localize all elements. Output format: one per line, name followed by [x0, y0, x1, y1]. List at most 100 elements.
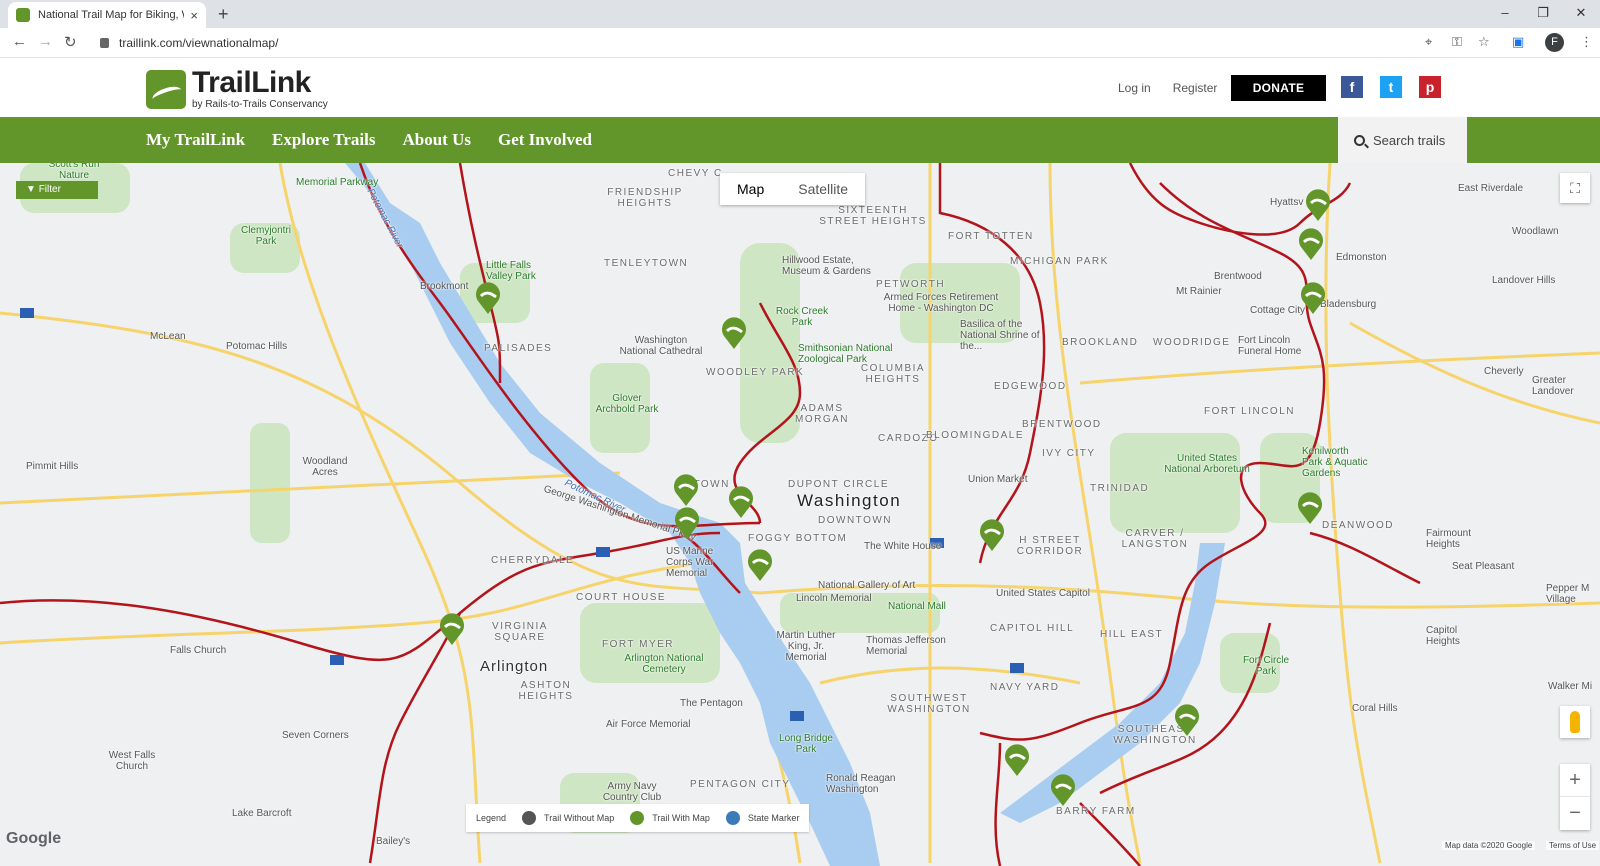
lock-icon: [100, 38, 109, 48]
trail-marker[interactable]: [1003, 743, 1031, 777]
nav-about-us[interactable]: About Us: [402, 130, 471, 150]
filter-button[interactable]: ▼ Filter: [16, 181, 98, 199]
restore-button[interactable]: ❐: [1524, 0, 1562, 28]
address-bar[interactable]: traillink.com/viewnationalmap/: [92, 31, 1562, 55]
map-label-west-falls-church: West Falls Church: [108, 750, 156, 772]
facebook-icon[interactable]: f: [1341, 76, 1363, 98]
google-logo: Google: [6, 830, 62, 847]
terms-of-use-link[interactable]: Terms of Use: [1546, 841, 1600, 850]
trail-marker[interactable]: [1304, 188, 1332, 222]
map-type-control: Map Satellite: [720, 173, 866, 205]
map-label-reagan-airport: Ronald Reagan Washington: [826, 773, 896, 795]
map-label-friendship-heights: FRIENDSHIP HEIGHTS: [607, 187, 683, 209]
location-icon[interactable]: ⌖: [1425, 34, 1432, 50]
nav-get-involved[interactable]: Get Involved: [498, 130, 592, 150]
map-label-little-falls: Little Falls Valley Park: [486, 260, 536, 282]
star-icon[interactable]: ☆: [1478, 34, 1490, 50]
forward-arrow-icon[interactable]: →: [38, 33, 53, 50]
map-label-us-capitol: United States Capitol: [996, 588, 1090, 599]
donate-button[interactable]: DONATE: [1231, 75, 1326, 101]
browser-tab[interactable]: National Trail Map for Biking, Wa ×: [8, 2, 206, 28]
search-trails-button[interactable]: Search trails: [1338, 117, 1467, 163]
map-label-capitol-hill: CAPITOL HILL: [990, 623, 1075, 634]
trail-map[interactable]: Washington Arlington CHEVY C FRIENDSHIP …: [0, 163, 1600, 866]
trail-marker[interactable]: [1296, 491, 1324, 525]
map-label-arboretum: United States National Arboretum: [1164, 453, 1250, 475]
map-label-national-mall: National Mall: [888, 601, 946, 612]
map-label-glover-archbold: Glover Archbold Park: [595, 393, 659, 415]
new-tab-button[interactable]: +: [218, 4, 229, 25]
map-label-lake-barcroft: Lake Barcroft: [232, 808, 292, 819]
trail-marker[interactable]: [720, 316, 748, 350]
trail-marker[interactable]: [1173, 703, 1201, 737]
traillink-logo[interactable]: TrailLink by Rails-to-Trails Conservancy: [146, 68, 328, 110]
filter-icon: ▼: [26, 184, 39, 195]
map-label-brentwood-dc: BRENTWOOD: [1022, 419, 1102, 430]
trail-marker[interactable]: [474, 281, 502, 315]
reload-icon[interactable]: ↻: [64, 33, 77, 51]
extension-icon[interactable]: ▣: [1512, 34, 1524, 50]
trail-marker[interactable]: [727, 485, 755, 519]
map-label-capitol-heights: Capitol Heights: [1426, 625, 1460, 647]
zoom-out-button[interactable]: −: [1560, 797, 1590, 830]
close-tab-icon[interactable]: ×: [190, 8, 198, 23]
map-label-washington-cathedral: Washington National Cathedral: [619, 335, 703, 357]
map-label-carver-langston: CARVER / LANGSTON: [1121, 528, 1189, 550]
twitter-icon[interactable]: t: [1380, 76, 1402, 98]
map-label-hillwood: Hillwood Estate, Museum & Gardens: [782, 255, 871, 277]
trail-marker[interactable]: [746, 548, 774, 582]
map-label-palisades: PALISADES: [484, 343, 553, 354]
map-type-satellite-button[interactable]: Satellite: [781, 173, 865, 205]
key-icon[interactable]: ⚿: [1452, 34, 1462, 50]
login-link[interactable]: Log in: [1118, 81, 1151, 95]
map-label-hyattsville: Hyattsv: [1270, 197, 1304, 208]
back-arrow-icon[interactable]: ←: [12, 33, 27, 50]
map-label-h-street: H STREET CORRIDOR: [1016, 535, 1084, 557]
trail-marker[interactable]: [438, 612, 466, 646]
trail-marker[interactable]: [672, 473, 700, 507]
map-label-navy-yard: NAVY YARD: [990, 682, 1060, 693]
map-type-map-button[interactable]: Map: [720, 173, 781, 205]
fullscreen-icon[interactable]: ⛶: [1560, 173, 1590, 203]
map-label-ivy-city: IVY CITY: [1042, 448, 1096, 459]
map-label-sixteenth-street: SIXTEENTH STREET HEIGHTS: [819, 205, 927, 227]
map-label-pepper-mill: Pepper M Village: [1546, 583, 1590, 605]
street-view-pegman-icon[interactable]: [1560, 706, 1590, 738]
nav-my-traillink[interactable]: My TrailLink: [146, 130, 245, 150]
map-label-mclean: McLean: [150, 331, 186, 342]
map-label-clemyjontri: Clemyjontri Park: [240, 225, 291, 247]
map-label-bladensburg: Bladensburg: [1320, 299, 1377, 310]
zoom-in-button[interactable]: +: [1560, 764, 1590, 797]
browser-toolbar: ← → ↻ traillink.com/viewnationalmap/ ⌖ ⚿…: [0, 28, 1600, 58]
tab-title: National Trail Map for Biking, Wa: [38, 9, 185, 21]
trail-marker[interactable]: [673, 506, 701, 540]
trail-marker[interactable]: [1297, 227, 1325, 261]
map-label-court-house: COURT HOUSE: [576, 592, 667, 603]
register-link[interactable]: Register: [1173, 81, 1218, 95]
map-label-baileys: Bailey's: [376, 836, 411, 847]
profile-avatar[interactable]: F: [1545, 33, 1564, 52]
map-label-coral-hills: Coral Hills: [1352, 703, 1398, 714]
site-header: TrailLink by Rails-to-Trails Conservancy…: [0, 58, 1600, 117]
map-label-dupont-circle: DUPONT CIRCLE: [788, 479, 889, 490]
pinterest-icon[interactable]: p: [1419, 76, 1441, 98]
brand-tagline: by Rails-to-Trails Conservancy: [192, 99, 328, 110]
map-label-foggy-bottom: FOGGY BOTTOM: [748, 533, 848, 544]
map-label-chevy-chase: CHEVY C: [668, 168, 723, 179]
map-label-pimmit-hills: Pimmit Hills: [26, 461, 79, 472]
map-label-basilica: Basilica of the National Shrine of the..…: [960, 319, 1040, 352]
trail-marker[interactable]: [1299, 281, 1327, 315]
close-window-button[interactable]: ✕: [1562, 0, 1600, 28]
map-label-seven-corners: Seven Corners: [282, 730, 349, 741]
nav-explore-trails[interactable]: Explore Trails: [272, 130, 375, 150]
map-label-fairmount-heights: Fairmount Heights: [1426, 528, 1472, 550]
map-label-bloomingdale: BLOOMINGDALE: [926, 430, 1025, 441]
trail-marker[interactable]: [978, 518, 1006, 552]
map-attribution: Map data ©2020 Google: [1442, 841, 1536, 850]
map-label-landover-hills: Landover Hills: [1492, 275, 1556, 286]
trail-marker[interactable]: [1049, 773, 1077, 807]
menu-dots-icon[interactable]: ⋮: [1580, 34, 1593, 50]
minimize-button[interactable]: –: [1486, 0, 1524, 28]
map-label-cottage-city: Cottage City: [1250, 305, 1306, 316]
map-label-virginia-square: VIRGINIA SQUARE: [492, 621, 548, 643]
